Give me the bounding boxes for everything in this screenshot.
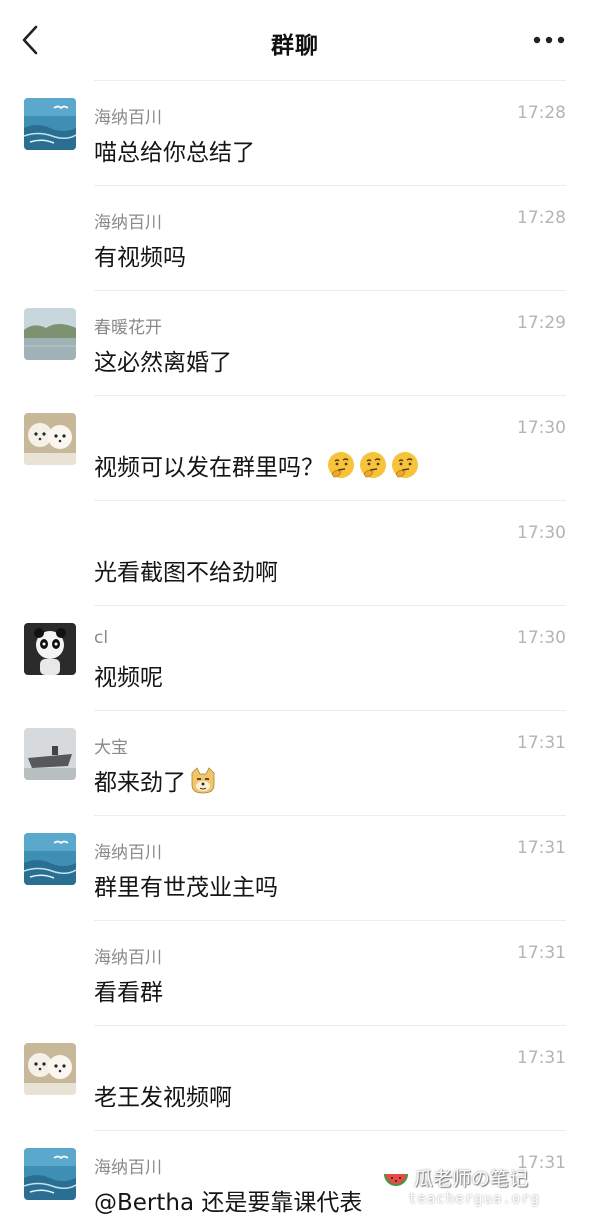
message-time: 17:29: [517, 313, 566, 333]
message-body: 老王发视频啊: [94, 1085, 232, 1111]
sender-name: 春暖花开: [94, 318, 162, 338]
message-row[interactable]: cl 17:30 视频呢: [0, 606, 590, 711]
message-time: 17:31: [517, 943, 566, 963]
message-time: 17:31: [517, 1048, 566, 1068]
more-button[interactable]: [532, 30, 566, 50]
avatar[interactable]: [24, 728, 76, 780]
message-time: 17:31: [517, 733, 566, 753]
message-row[interactable]: 海纳百川 17:28 有视频吗: [0, 186, 590, 291]
message-text[interactable]: 视频呢: [94, 658, 163, 692]
message-row[interactable]: 春暖花开 17:29 这必然离婚了: [0, 291, 590, 396]
message-body: 光看截图不给劲啊: [94, 560, 278, 586]
message-body: 喵总给你总结了: [94, 140, 255, 166]
thinking-face-icon: [360, 452, 386, 478]
message-text[interactable]: 群里有世茂业主吗: [94, 868, 278, 902]
message-text[interactable]: 看看群: [94, 973, 163, 1007]
chat-screen: 群聊 海纳百川 17:28 喵总给你总结了 海纳百川 17:28 有视频吗 春暖花开 17:2…: [0, 0, 590, 1216]
message-body: 视频可以发在群里吗？: [94, 455, 324, 481]
avatar[interactable]: [24, 1148, 76, 1200]
doge-face-icon: [191, 767, 215, 794]
message-time: 17:28: [517, 103, 566, 123]
message-row[interactable]: 17:30 视频可以发在群里吗？: [0, 396, 590, 501]
message-time: 17:30: [517, 628, 566, 648]
sender-name: 大宝: [94, 738, 128, 758]
message-row[interactable]: 17:31 老王发视频啊: [0, 1026, 590, 1131]
message-body: 群里有世茂业主吗: [94, 875, 278, 901]
nav-header: 群聊: [0, 0, 590, 80]
sender-name: 海纳百川: [94, 843, 162, 863]
message-body: @Bertha 还是要靠课代表: [94, 1190, 363, 1216]
thinking-face-icon: [392, 452, 418, 478]
panda-avatar-icon: [24, 623, 76, 675]
message-text[interactable]: @Bertha 还是要靠课代表: [94, 1183, 362, 1216]
message-body: 视频呢: [94, 665, 163, 691]
message-text[interactable]: 喵总给你总结了: [94, 133, 255, 167]
message-body: 都来劲了: [94, 770, 186, 796]
avatar[interactable]: [24, 1043, 76, 1095]
message-time: 17:30: [517, 523, 566, 543]
sender-name: 海纳百川: [94, 213, 162, 233]
message-row[interactable]: 17:30 光看截图不给劲啊: [0, 501, 590, 606]
message-row[interactable]: 海纳百川 17:28 喵总给你总结了: [0, 81, 590, 186]
message-body: 这必然离婚了: [94, 350, 232, 376]
puppies-avatar-icon: [24, 413, 76, 465]
thinking-face-icon: [328, 452, 354, 478]
message-time: 17:28: [517, 208, 566, 228]
message-time: 17:31: [517, 1153, 566, 1173]
avatar[interactable]: [24, 98, 76, 150]
sender-name: cl: [94, 628, 109, 648]
message-time: 17:31: [517, 838, 566, 858]
more-dots-icon: [533, 36, 565, 44]
avatar[interactable]: [24, 623, 76, 675]
seagull-avatar-icon: [24, 1148, 76, 1200]
message-text[interactable]: 视频可以发在群里吗？: [94, 448, 420, 482]
sender-name: 海纳百川: [94, 948, 162, 968]
sender-name: 海纳百川: [94, 1158, 162, 1178]
seagull-avatar-icon: [24, 833, 76, 885]
message-text[interactable]: 都来劲了: [94, 763, 218, 797]
message-body: 看看群: [94, 980, 163, 1006]
message-text[interactable]: 光看截图不给劲啊: [94, 553, 278, 587]
avatar[interactable]: [24, 308, 76, 360]
page-title: 群聊: [271, 33, 319, 59]
puppies-avatar-icon: [24, 1043, 76, 1095]
message-text[interactable]: 这必然离婚了: [94, 343, 232, 377]
avatar[interactable]: [24, 833, 76, 885]
message-row[interactable]: 海纳百川 17:31 @Bertha 还是要靠课代表: [0, 1131, 590, 1216]
message-row[interactable]: 海纳百川 17:31 群里有世茂业主吗: [0, 816, 590, 921]
message-row[interactable]: 海纳百川 17:31 看看群: [0, 921, 590, 1026]
message-text[interactable]: 有视频吗: [94, 238, 186, 272]
avatar[interactable]: [24, 413, 76, 465]
message-row[interactable]: 大宝 17:31 都来劲了: [0, 711, 590, 816]
message-body: 有视频吗: [94, 245, 186, 271]
message-text[interactable]: 老王发视频啊: [94, 1078, 232, 1112]
message-time: 17:30: [517, 418, 566, 438]
sender-name: 海纳百川: [94, 108, 162, 128]
lake-avatar-icon: [24, 308, 76, 360]
seagull-avatar-icon: [24, 98, 76, 150]
ship-avatar-icon: [24, 728, 76, 780]
